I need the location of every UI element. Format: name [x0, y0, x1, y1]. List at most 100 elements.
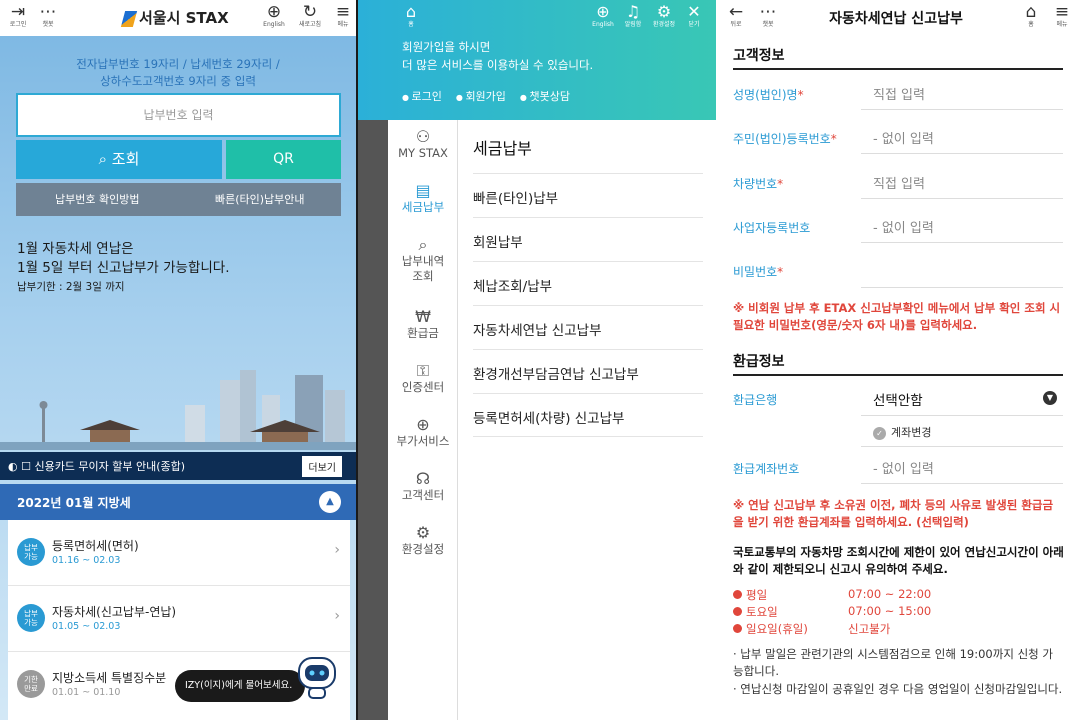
notice-title: 1월 자동차세 연납은 1월 5일 부터 신고납부가 가능합니다.	[17, 241, 230, 276]
home-screen: ⇥ 로그인 ⋯ 챗봇 서울시 STAX ⊕ English ↻ 새로고침 ≡ 메뉴 전자납…	[0, 0, 356, 720]
month-header: 2022년 01월 지방세 ▲	[0, 484, 356, 520]
time-limit-notice: 국토교통부의 자동차망 조회시간에 제한이 있어 연납신고시간이 아래와 같이 …	[733, 545, 1064, 576]
vehicle-number-label: 차량번호*	[733, 177, 784, 191]
refund-bank-label: 환급은행	[733, 393, 778, 407]
drawer-links: 로그인 회원가입 챗봇상담	[402, 88, 570, 104]
notice-ticker[interactable]: ◐ ☐ 신용카드 무이자 할부 안내(종합) 더보기	[0, 452, 356, 480]
sidebar-item-refund[interactable]: ₩ 환급금	[388, 308, 458, 341]
status-badge: 납부 가능	[17, 538, 45, 566]
account-change-checkbox[interactable]: ✓ 계좌변경	[873, 424, 931, 440]
status-badge: 납부 가능	[17, 604, 45, 632]
bullet-icon	[733, 607, 742, 616]
chatbot-bubble[interactable]: IZY(이지)에게 물어보세요.	[175, 670, 305, 702]
chatbot-icon[interactable]: ⋯ 챗봇	[33, 3, 63, 29]
signup-message: 회원가입을 하시면 더 많은 서비스를 이용하실 수 있습니다.	[402, 40, 594, 72]
sidebar-item-tax-payment[interactable]: ▤ 세금납부	[388, 182, 458, 215]
password-label: 비밀번호*	[733, 265, 784, 279]
login-icon[interactable]: ⇥ 로그인	[3, 3, 33, 29]
search-icon: ⌕	[418, 235, 428, 254]
business-number-label: 사업자등록번호	[733, 221, 811, 235]
input-guide-line1: 전자납부번호 19자리 / 납세번호 29자리 /	[76, 57, 280, 71]
registration-number-label: 주민(법인)등록번호*	[733, 132, 837, 146]
chevron-right-icon: ›	[334, 608, 340, 624]
name-input[interactable]: 직접 입력	[873, 84, 1063, 103]
signup-link[interactable]: 회원가입	[456, 88, 505, 104]
login-link[interactable]: 로그인	[402, 88, 442, 104]
close-icon[interactable]: ✕ 닫기	[681, 3, 707, 29]
more-button[interactable]: 더보기	[302, 456, 342, 477]
sidebar-item-mystax[interactable]: ⚇ MY STAX	[388, 128, 458, 161]
customer-info-title: 고객정보	[733, 48, 785, 64]
chatbot-link[interactable]: 챗봇상담	[520, 88, 569, 104]
check-icon: ✓	[873, 427, 886, 440]
input-underline	[861, 198, 1063, 199]
input-underline	[861, 242, 1063, 243]
menu-icon[interactable]: ≡ 메뉴	[1047, 3, 1076, 29]
password-input[interactable]	[873, 261, 1063, 281]
home-icon[interactable]: ⌂ 홈	[398, 3, 424, 29]
chevron-down-icon[interactable]: ▼	[1043, 391, 1057, 405]
schedule-row: 일요일(휴일) 신고불가	[733, 621, 890, 637]
menu-item-quick-pay[interactable]: 빠른(타인)납부	[473, 173, 703, 217]
gear-icon[interactable]: ⚙ 환경설정	[651, 3, 677, 29]
section-divider	[733, 374, 1063, 376]
section-divider	[733, 68, 1063, 70]
top-bar: ⇥ 로그인 ⋯ 챗봇 서울시 STAX ⊕ English ↻ 새로고침 ≡ 메뉴	[0, 0, 356, 36]
refresh-icon[interactable]: ↻ 새로고침	[295, 3, 325, 29]
navigation-drawer: ⌂ 홈 ⊕ English ♫ 알림함 ⚙ 환경설정 ✕ 닫기 회원가입을 하시면 더 많…	[358, 0, 716, 720]
tax-list-item[interactable]: 납부 가능 등록면허세(면허) 01.16 ~ 02.03 ›	[8, 520, 350, 586]
tax-list-item[interactable]: 납부 가능 자동차세(신고납부-연납) 01.05 ~ 02.03 ›	[8, 586, 350, 652]
menu-item-arrears[interactable]: 체납조회/납부	[473, 261, 703, 305]
sidebar-item-customer-center[interactable]: ☊ 고객센터	[388, 470, 458, 503]
logo-mark-icon	[120, 10, 138, 27]
plus-icon: ⊕	[416, 415, 430, 434]
refund-info-title: 환급정보	[733, 354, 785, 370]
car-tax-form-screen: ← 뒤로 ⋯ 챗봇 자동차세연납 신고납부 ⌂ 홈 ≡ 메뉴 고객정보 성명(법인)명*…	[716, 0, 1076, 720]
home-icon[interactable]: ⌂ 홈	[1016, 3, 1046, 29]
menu-item-member-pay[interactable]: 회원납부	[473, 217, 703, 261]
sidebar-item-auth-center[interactable]: ⚿ 인증센터	[388, 362, 458, 395]
input-underline	[861, 446, 1063, 447]
menu-icon[interactable]: ≡ 메뉴	[328, 3, 356, 29]
chatbot-robot-icon[interactable]	[297, 654, 337, 700]
password-warning: ※ 비회원 납부 후 ETAX 신고납부확인 메뉴에서 납부 확인 조회 시 필…	[733, 301, 1061, 332]
input-underline	[861, 109, 1063, 110]
sidebar-item-extra-services[interactable]: ⊕ 부가서비스	[388, 416, 458, 449]
collapse-toggle-icon[interactable]: ▲	[319, 491, 341, 513]
business-number-input[interactable]: - 없이 입력	[873, 217, 1063, 236]
menu-section-title: 세금납부	[473, 139, 532, 158]
menu-item-registration-tax[interactable]: 등록면허세(차량) 신고납부	[473, 393, 703, 437]
qr-button[interactable]: QR	[226, 140, 341, 179]
registration-number-input[interactable]: - 없이 입력	[873, 128, 1063, 147]
quick-pay-guide-button[interactable]: 빠른(타인)납부안내	[179, 183, 342, 216]
background-dim	[358, 120, 388, 720]
gear-icon: ⚙	[415, 523, 431, 542]
drawer-sidebar: ⚇ MY STAX ▤ 세금납부 ⌕ 납부내역 조회 ₩ 환급금 ⚿ 인증센터 ⊕ 부가서비스…	[388, 120, 458, 720]
globe-icon[interactable]: ⊕ English	[259, 3, 289, 29]
input-underline	[861, 415, 1063, 416]
input-guide-line2: 상하수도고객번호 9자리 중 입력	[100, 74, 256, 88]
name-label: 성명(법인)명*	[733, 88, 804, 102]
menu-item-environment-charge[interactable]: 환경개선부담금연납 신고납부	[473, 349, 703, 393]
globe-icon[interactable]: ⊕ English	[590, 3, 616, 29]
schedule-row: 평일 07:00 ~ 22:00	[733, 587, 931, 603]
note-item: · 납부 말일은 관련기관의 시스템점검으로 인해 19:00까지 신청 가능합…	[733, 647, 1053, 678]
vehicle-number-input[interactable]: 직접 입력	[873, 173, 1063, 192]
sidebar-item-settings[interactable]: ⚙ 환경설정	[388, 524, 458, 557]
schedule-row: 토요일 07:00 ~ 15:00	[733, 604, 931, 620]
brand-logo[interactable]: 서울시 STAX	[120, 7, 229, 28]
refund-bank-select[interactable]: 선택안함	[873, 389, 923, 409]
form-header: ← 뒤로 ⋯ 챗봇 자동차세연납 신고납부 ⌂ 홈 ≡ 메뉴	[716, 0, 1076, 36]
menu-item-car-tax[interactable]: 자동차세연납 신고납부	[473, 305, 703, 349]
city-skyline-illustration	[0, 370, 356, 450]
search-button[interactable]: ⌕ 조회	[16, 140, 222, 179]
payment-number-input[interactable]: 납부번호 입력	[16, 93, 341, 137]
drawer-header: ⌂ 홈 ⊕ English ♫ 알림함 ⚙ 환경설정 ✕ 닫기 회원가입을 하시면 더 많…	[358, 0, 716, 120]
payment-number-guide-button[interactable]: 납부번호 확인방법	[16, 183, 179, 216]
bell-icon[interactable]: ♫ 알림함	[620, 3, 646, 29]
chevron-right-icon: ›	[334, 542, 340, 558]
refund-account-input[interactable]: - 없이 입력	[873, 458, 1063, 477]
person-icon: ⚇	[415, 127, 431, 146]
won-icon: ₩	[415, 307, 431, 326]
sidebar-item-payment-history[interactable]: ⌕ 납부내역 조회	[388, 236, 458, 284]
